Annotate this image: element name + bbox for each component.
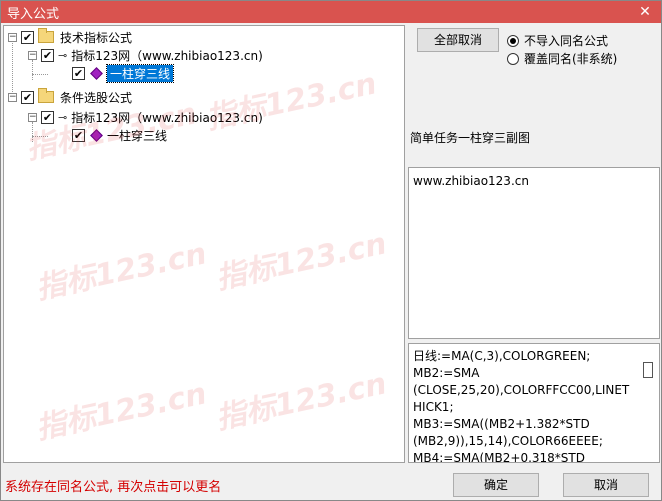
scrollbar-thumb[interactable] bbox=[643, 362, 653, 378]
formula-icon bbox=[90, 66, 103, 80]
formula-description: 简单任务一柱穿三副图 bbox=[410, 131, 531, 145]
code-line: MB3:=SMA((MB2+1.382*STD bbox=[413, 417, 590, 431]
key-icon: ⊸ bbox=[58, 110, 68, 124]
cancel-all-button[interactable]: 全部取消 bbox=[417, 28, 499, 52]
collapse-icon[interactable]: − bbox=[28, 112, 37, 122]
status-message: 系统存在同名公式, 再次点击可以更名 bbox=[5, 480, 222, 495]
cancel-button[interactable]: 取消 bbox=[563, 473, 649, 497]
option-label: 覆盖同名(非系统) bbox=[524, 52, 618, 66]
option-label: 不导入同名公式 bbox=[524, 34, 609, 48]
tree-node-source[interactable]: − ✔ ⊸ 指标123网（www.zhibiao123.cn) bbox=[28, 108, 263, 126]
watermark: 指标123.cn bbox=[32, 236, 210, 307]
title-bar[interactable]: 导入公式 ✕ bbox=[1, 1, 661, 23]
watermark: 指标123.cn bbox=[32, 376, 210, 447]
import-formula-dialog: 导入公式 ✕ − ✔ 技术指标公式 − ✔ ⊸ 指标123网（www.zhibi… bbox=[0, 0, 662, 501]
source-info-box: www.zhibiao123.cn bbox=[408, 167, 660, 339]
option-skip-duplicate[interactable]: 不导入同名公式 bbox=[507, 32, 608, 49]
formula-code-box[interactable]: 日线:=MA(C,3),COLORGREEN; MB2:=SMA (CLOSE,… bbox=[408, 343, 660, 463]
watermark: 指标123.cn bbox=[212, 226, 390, 297]
folder-icon bbox=[38, 88, 54, 103]
code-line: MB2:=SMA bbox=[413, 366, 480, 380]
key-icon: ⊸ bbox=[58, 48, 68, 62]
tree-line bbox=[32, 74, 48, 75]
checkbox[interactable]: ✔ bbox=[21, 90, 34, 104]
collapse-icon[interactable]: − bbox=[28, 50, 37, 60]
option-overwrite-duplicate[interactable]: 覆盖同名(非系统) bbox=[507, 50, 617, 67]
checkbox[interactable]: ✔ bbox=[41, 110, 54, 124]
tree-node-label: 一柱穿三线 bbox=[107, 128, 168, 143]
code-line: MB4:=SMA(MB2+0.318*STD bbox=[413, 451, 585, 463]
checkbox[interactable]: ✔ bbox=[21, 30, 34, 44]
checkbox[interactable]: ✔ bbox=[72, 66, 85, 80]
code-line: (MB2,9)),15,14),COLOR66EEEE; bbox=[413, 434, 603, 448]
collapse-icon[interactable]: − bbox=[8, 32, 17, 42]
radio-selected-icon[interactable] bbox=[507, 34, 519, 47]
code-line: 日线:=MA(C,3),COLORGREEN; bbox=[413, 349, 591, 363]
collapse-icon[interactable]: − bbox=[8, 92, 17, 102]
checkbox[interactable]: ✔ bbox=[72, 128, 85, 142]
close-icon[interactable]: ✕ bbox=[635, 2, 655, 22]
tree-node-label: 指标123网（www.zhibiao123.cn) bbox=[71, 48, 263, 63]
formula-icon bbox=[90, 128, 103, 142]
tree-node-formula[interactable]: ✔ 一柱穿三线 bbox=[72, 63, 175, 83]
source-url-text: www.zhibiao123.cn bbox=[413, 174, 529, 188]
folder-icon bbox=[38, 28, 54, 43]
checkbox[interactable]: ✔ bbox=[41, 48, 54, 62]
formula-tree[interactable]: − ✔ 技术指标公式 − ✔ ⊸ 指标123网（www.zhibiao123.c… bbox=[3, 25, 405, 463]
tree-node-formula[interactable]: ✔ 一柱穿三线 bbox=[72, 126, 167, 144]
tree-node-label: 指标123网（www.zhibiao123.cn) bbox=[71, 110, 263, 125]
ok-button[interactable]: 确定 bbox=[453, 473, 539, 497]
tree-node-label: 条件选股公式 bbox=[60, 90, 133, 105]
tree-node-stock-screening[interactable]: − ✔ 条件选股公式 bbox=[8, 88, 132, 106]
tree-node-tech-indicators[interactable]: − ✔ 技术指标公式 bbox=[8, 28, 132, 46]
tree-line bbox=[32, 136, 48, 137]
window-title: 导入公式 bbox=[7, 6, 60, 22]
tree-node-label: 技术指标公式 bbox=[60, 30, 133, 45]
code-line: (CLOSE,25,20),COLORFFCC00,LINETHICK1; bbox=[413, 383, 630, 414]
radio-icon[interactable] bbox=[507, 52, 519, 65]
watermark: 指标123.cn bbox=[212, 366, 390, 437]
tree-node-label: 一柱穿三线 bbox=[105, 63, 175, 83]
tree-node-source[interactable]: − ✔ ⊸ 指标123网（www.zhibiao123.cn) bbox=[28, 46, 263, 64]
